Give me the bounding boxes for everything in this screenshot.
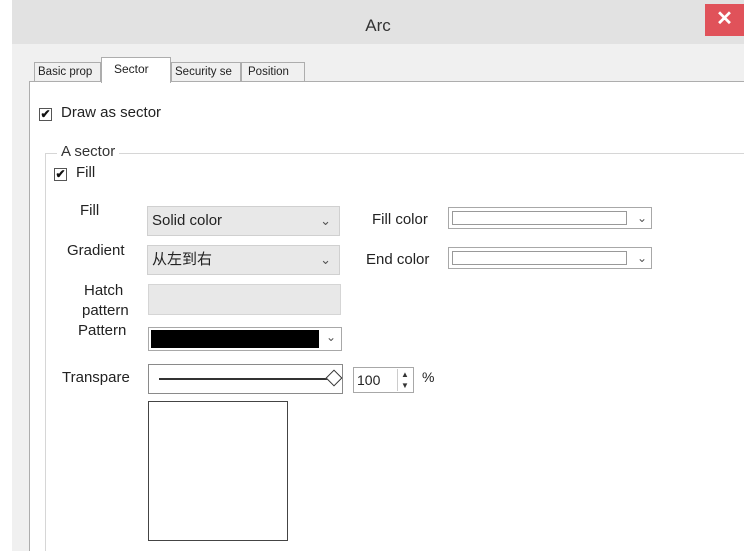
slider-track xyxy=(159,378,328,380)
end-color-select[interactable]: ⌄ xyxy=(448,247,652,269)
fill-checkbox[interactable]: ✔ xyxy=(54,168,67,181)
gradient-value: 从左到右 xyxy=(152,251,213,268)
close-icon: ✕ xyxy=(716,8,733,30)
fill-color-swatch xyxy=(452,211,627,225)
fill-type-select[interactable]: Solid color ⌄ xyxy=(147,206,340,236)
window-left-edge xyxy=(0,0,12,551)
transparency-slider[interactable] xyxy=(148,364,343,394)
pattern-select[interactable]: ⌄ xyxy=(148,327,342,351)
percent-unit: % xyxy=(422,369,435,385)
tab-position[interactable]: Position xyxy=(241,62,305,81)
chevron-down-icon: ⌄ xyxy=(325,330,336,344)
tab-sector[interactable]: Sector xyxy=(101,57,171,83)
hatch-pattern-label-line2: pattern xyxy=(82,302,129,319)
pattern-label: Pattern xyxy=(78,322,127,339)
end-color-label: End color xyxy=(366,251,430,268)
end-color-swatch xyxy=(452,251,627,265)
window-title: Arc xyxy=(365,16,391,35)
transparency-value: 100 xyxy=(357,372,381,388)
transparency-spinbox[interactable]: 100 ▲ ▼ xyxy=(353,367,414,393)
tab-basic-properties[interactable]: Basic prop xyxy=(34,62,101,81)
hatch-pattern-label-line1: Hatch xyxy=(84,282,124,299)
checkmark-icon: ✔ xyxy=(55,167,66,181)
sector-group-title: A sector xyxy=(57,143,120,160)
draw-as-sector-checkbox[interactable]: ✔ xyxy=(39,108,52,121)
spin-down-icon[interactable]: ▼ xyxy=(398,380,412,391)
fill-checkbox-label: Fill xyxy=(76,164,96,181)
fill-color-select[interactable]: ⌄ xyxy=(448,207,652,229)
draw-as-sector-label: Draw as sector xyxy=(61,104,162,121)
tab-security-settings[interactable]: Security se xyxy=(171,62,241,81)
pattern-swatch xyxy=(151,330,319,348)
fill-type-label: Fill xyxy=(80,202,100,219)
close-button[interactable]: ✕ xyxy=(705,4,744,36)
transparency-label: Transpare xyxy=(62,369,130,386)
chevron-down-icon: ⌄ xyxy=(636,251,647,265)
sector-preview xyxy=(148,401,288,541)
chevron-down-icon: ⌄ xyxy=(320,252,331,267)
gradient-select[interactable]: 从左到右 ⌄ xyxy=(147,245,340,275)
chevron-down-icon: ⌄ xyxy=(320,213,331,228)
slider-thumb[interactable] xyxy=(325,369,343,387)
hatch-pattern-select[interactable] xyxy=(148,284,341,315)
spin-up-icon[interactable]: ▲ xyxy=(398,369,412,380)
gradient-label: Gradient xyxy=(67,242,125,259)
chevron-down-icon: ⌄ xyxy=(636,211,647,225)
fill-type-value: Solid color xyxy=(152,212,223,229)
checkmark-icon: ✔ xyxy=(40,107,51,121)
fill-color-label: Fill color xyxy=(372,211,428,228)
